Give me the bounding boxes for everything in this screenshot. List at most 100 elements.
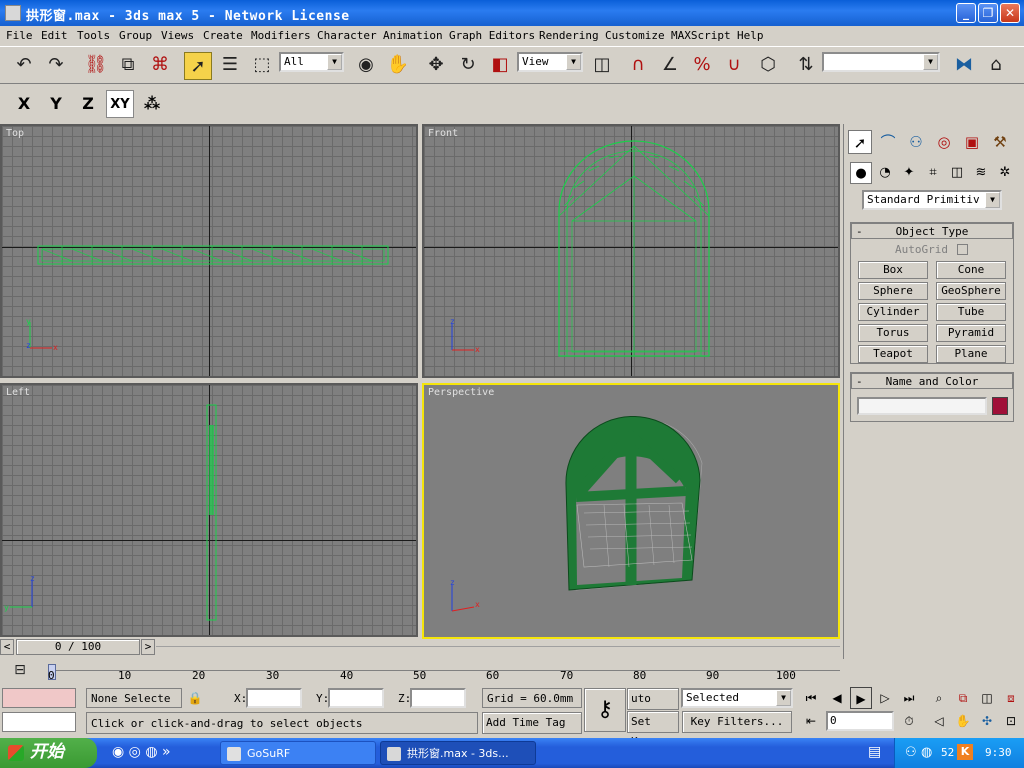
lock-selection-icon[interactable]: 🔒 — [184, 687, 206, 709]
sphere-button[interactable]: Sphere — [858, 282, 928, 300]
previous-frame-icon[interactable]: ◀ — [826, 687, 848, 709]
menu-views[interactable]: Views — [161, 29, 194, 42]
maximize-viewport-icon[interactable]: ⊡ — [1000, 710, 1022, 732]
close-button[interactable]: ✕ — [1000, 3, 1020, 23]
select-and-link-icon[interactable]: ⛓ — [82, 51, 110, 79]
viewport-left[interactable]: Left z y — [0, 383, 418, 637]
key-mode-toggle-icon[interactable]: ⇤ — [800, 710, 822, 732]
restrict-z-button[interactable]: Z — [74, 90, 102, 118]
add-time-tag-button[interactable]: Add Time Tag — [482, 712, 582, 734]
tray-expand-icon[interactable]: ▤ — [868, 744, 881, 760]
rectangular-selection-icon[interactable]: ⬚ — [248, 51, 276, 79]
time-prev-icon[interactable]: < — [0, 639, 14, 655]
zoom-all-icon[interactable]: ⧉ — [952, 687, 974, 709]
object-color-swatch[interactable] — [992, 397, 1008, 415]
volume-icon[interactable]: ◍ — [921, 745, 932, 760]
arc-rotate-icon[interactable]: ✣ — [976, 710, 998, 732]
time-slider[interactable]: < 0 / 100 > — [0, 638, 842, 656]
pan-icon[interactable]: ✋ — [952, 710, 974, 732]
z-coordinate-input[interactable] — [410, 688, 466, 708]
lights-icon[interactable]: ✦ — [898, 162, 920, 184]
next-frame-icon[interactable]: ▷ — [874, 687, 896, 709]
current-frame-input[interactable]: 0 — [826, 711, 894, 731]
time-next-icon[interactable]: > — [141, 639, 155, 655]
minimize-button[interactable]: _ — [956, 3, 976, 23]
select-object-icon[interactable]: ➚ — [184, 52, 212, 80]
torus-button[interactable]: Torus — [858, 324, 928, 342]
window-crossing-icon[interactable]: ◉ — [352, 51, 380, 79]
mini-curve-editor-icon[interactable]: ⊟ — [6, 656, 34, 684]
space-warps-icon[interactable]: ≋ — [970, 162, 992, 184]
menu-maxscript[interactable]: MAXScript — [671, 29, 731, 42]
maximize-button[interactable]: ❐ — [978, 3, 998, 23]
name-and-color-rollout-header[interactable]: - Name and Color — [851, 373, 1013, 389]
key-mode-dropdown[interactable]: Selected ▼ — [681, 688, 793, 708]
menu-animation[interactable]: Animation — [383, 29, 443, 42]
teapot-button[interactable]: Teapot — [858, 345, 928, 363]
zoom-extents-all-icon[interactable]: ⧈ — [1000, 687, 1022, 709]
angle-snap-icon[interactable]: ∠ — [656, 51, 684, 79]
undo-icon[interactable]: ↶ — [10, 51, 38, 79]
menu-modifiers[interactable]: Modifiers — [251, 29, 311, 42]
create-tab-icon[interactable]: ➚ — [848, 130, 872, 154]
modify-tab-icon[interactable]: ⌒ — [876, 130, 900, 154]
zoom-icon[interactable]: ⌕ — [928, 687, 950, 709]
pivot-center-icon[interactable]: ◫ — [588, 51, 616, 79]
align-icon[interactable]: ⌂ — [982, 51, 1010, 79]
tray-number[interactable]: 52 — [941, 746, 954, 759]
auto-key-button[interactable]: uto Key — [627, 688, 679, 725]
named-selection-dropdown[interactable]: ▼ — [822, 52, 940, 72]
restrict-xy-button[interactable]: XY — [106, 90, 134, 118]
tube-button[interactable]: Tube — [936, 303, 1006, 321]
spinner-snap-icon[interactable]: ∪ — [720, 51, 748, 79]
y-coordinate-input[interactable] — [328, 688, 384, 708]
menu-graph-editors[interactable]: Graph Editors — [449, 29, 535, 42]
time-slider-thumb[interactable]: 0 / 100 — [16, 639, 140, 655]
app-icon[interactable] — [5, 5, 21, 21]
key-filters-button[interactable]: Key Filters... — [682, 711, 792, 733]
pyramid-button[interactable]: Pyramid — [936, 324, 1006, 342]
plane-button[interactable]: Plane — [936, 345, 1006, 363]
viewport-top[interactable]: Top y z x — [0, 124, 418, 378]
helpers-icon[interactable]: ◫ — [946, 162, 968, 184]
network-icon[interactable]: ⚇ — [905, 745, 917, 760]
geosphere-button[interactable]: GeoSphere — [936, 282, 1006, 300]
go-to-start-icon[interactable]: ⏮ — [800, 687, 822, 709]
bind-space-warp-icon[interactable]: ⌘ — [146, 51, 174, 79]
track-bar[interactable]: ⊟ 0 10 20 30 40 50 60 70 80 90 100 — [0, 658, 842, 684]
menu-tools[interactable]: Tools — [77, 29, 110, 42]
time-configuration-icon[interactable]: ⏱ — [898, 710, 920, 732]
menu-help[interactable]: Help — [737, 29, 764, 42]
utilities-tab-icon[interactable]: ⚒ — [988, 130, 1012, 154]
select-and-rotate-icon[interactable]: ↻ — [454, 51, 482, 79]
object-category-dropdown[interactable]: Standard Primitiv ▼ — [862, 190, 1002, 210]
start-button[interactable]: 开始 — [0, 738, 97, 768]
menu-file[interactable]: File — [6, 29, 33, 42]
select-and-scale-icon[interactable]: ◧ — [486, 51, 514, 79]
tray-app-icon[interactable]: K — [957, 744, 973, 760]
select-and-move-icon[interactable]: ✥ — [422, 51, 450, 79]
named-selection-sets-icon[interactable]: ⇅ — [792, 51, 820, 79]
quick-launch-icons[interactable]: ◉ ◎ ◍ » — [112, 744, 171, 760]
x-coordinate-input[interactable] — [246, 688, 302, 708]
maxscript-output-mini[interactable] — [2, 712, 76, 732]
viewport-perspective[interactable]: Perspective z x — [422, 383, 840, 639]
viewport-front[interactable]: Front z x — [422, 124, 840, 378]
object-name-input[interactable] — [857, 397, 987, 415]
shapes-icon[interactable]: ◔ — [874, 162, 896, 184]
mirror-icon[interactable]: ⧓ — [950, 51, 978, 79]
menu-character[interactable]: Character — [317, 29, 377, 42]
menu-group[interactable]: Group — [119, 29, 152, 42]
cameras-icon[interactable]: ⌗ — [922, 162, 944, 184]
play-icon[interactable]: ▶ — [850, 687, 872, 709]
object-type-rollout-header[interactable]: - Object Type — [851, 223, 1013, 239]
autogrid-checkbox[interactable] — [957, 244, 968, 255]
set-key-button[interactable]: Set Key — [627, 711, 679, 748]
taskbar-item-gosurf[interactable]: GoSuRF — [220, 741, 376, 765]
maxscript-listener-mini[interactable] — [2, 688, 76, 708]
select-by-name-icon[interactable]: ☰ — [216, 51, 244, 79]
menu-create[interactable]: Create — [203, 29, 243, 42]
cylinder-button[interactable]: Cylinder — [858, 303, 928, 321]
box-button[interactable]: Box — [858, 261, 928, 279]
field-of-view-icon[interactable]: ◁ — [928, 710, 950, 732]
